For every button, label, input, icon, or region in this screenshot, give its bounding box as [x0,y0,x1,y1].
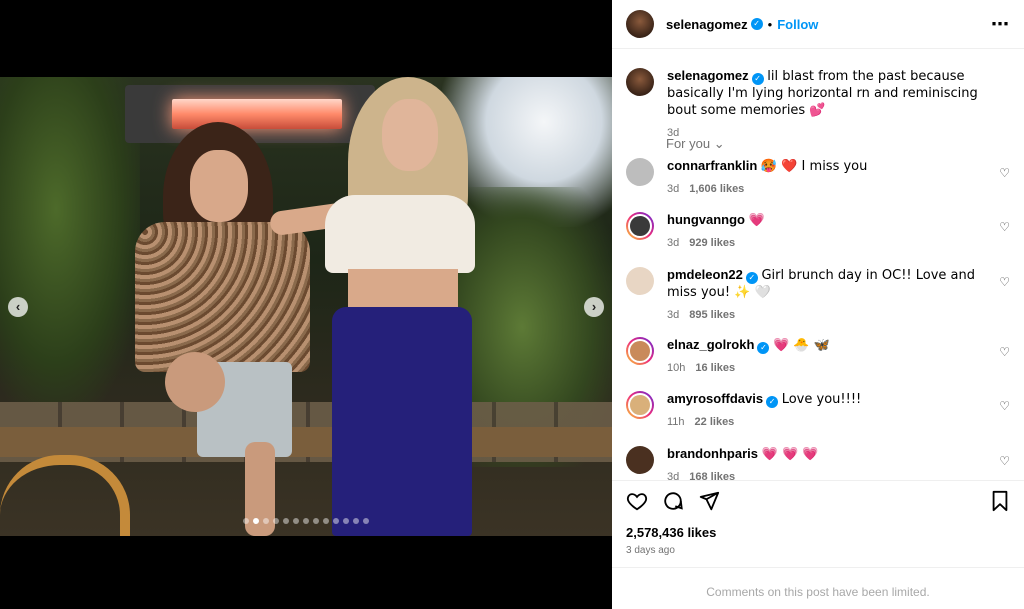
comment-icon[interactable] [662,490,684,512]
comment-text: 💗 🐣 🦋 [773,338,830,353]
post-photo[interactable] [0,77,612,536]
comment-likes[interactable]: 168 likes [689,471,735,480]
comment-likes[interactable]: 895 likes [689,309,735,321]
post-actions: 2,578,436 likes 3 days ago [612,480,1024,556]
commenter-avatar[interactable] [626,158,654,186]
carousel-dot [283,518,289,524]
commenter-username[interactable]: elnaz_golrokh [667,337,754,352]
comment-likes[interactable]: 22 likes [695,416,735,428]
comment-text: 💗 [748,213,765,228]
commenter-avatar[interactable] [626,391,654,419]
carousel-dot [363,518,369,524]
carousel-dot [263,518,269,524]
chevron-down-icon: ⌄ [713,136,725,151]
carousel-dot [343,518,349,524]
photo-person-right [268,77,500,536]
commenter-avatar[interactable] [626,337,654,365]
commenter-username[interactable]: hungvanngo [667,212,745,227]
commenter-username[interactable]: connarfranklin [667,158,757,173]
share-icon[interactable] [698,490,720,512]
comment-likes[interactable]: 16 likes [695,362,735,374]
comment-time: 11h [667,416,685,428]
comments-limited-notice: Comments on this post have been limited. [612,567,1024,609]
comment-like-heart-icon[interactable]: ♡ [999,399,1010,413]
comment-time: 3d [667,237,680,249]
commenter-username[interactable]: amyrosoffdavis [667,391,763,406]
comment-likes[interactable]: 929 likes [689,237,735,249]
commenter-avatar[interactable] [626,212,654,240]
carousel-dot [253,518,259,524]
post-time: 3 days ago [626,545,675,556]
comment-time: 3d [667,471,680,480]
media-pane: ‹ › [0,0,612,609]
comment-like-heart-icon[interactable]: ♡ [999,220,1010,234]
likes-count[interactable]: 2,578,436 likes [626,525,1010,540]
post-side-panel: selenagomez ✓ • Follow ⋯ selenagomez ✓ li… [612,0,1024,609]
carousel-prev-button[interactable]: ‹ [8,297,28,317]
commenter-username[interactable]: brandonhparis [667,446,758,461]
commenter-avatar[interactable] [626,267,654,295]
comment-time: 10h [667,362,686,374]
separator: • [767,16,773,32]
post-header: selenagomez ✓ • Follow ⋯ [612,0,1024,49]
comments-list[interactable]: selenagomez ✓ lil blast from the past bec… [612,50,1024,480]
carousel-dot [333,518,339,524]
comment-text: 🥵 ❤️ I miss you [760,159,868,174]
comment-text: 💗 💗 💗 [761,447,819,462]
for-you-filter[interactable]: For you ⌄ [666,136,725,152]
carousel-dot [323,518,329,524]
carousel-dot [243,518,249,524]
verified-badge-icon: ✓ [757,342,770,354]
comment-time: 3d [667,183,680,195]
comment-like-heart-icon[interactable]: ♡ [999,166,1010,180]
comment-text: Love you!!!! [781,392,862,407]
more-options-icon[interactable]: ⋯ [991,14,1010,35]
carousel-dots [0,518,612,524]
commenter-avatar[interactable] [626,446,654,474]
owner-username[interactable]: selenagomez [666,17,748,32]
photo-bush-left [0,77,140,407]
comment-like-heart-icon[interactable]: ♡ [999,275,1010,289]
verified-badge-icon: ✓ [745,272,758,284]
carousel-dot [353,518,359,524]
carousel-dot [313,518,319,524]
bookmark-icon[interactable] [990,490,1010,512]
commenter-username[interactable]: pmdeleon22 [667,267,743,282]
owner-avatar[interactable] [626,10,654,38]
for-you-label: For you [666,136,711,151]
caption-username[interactable]: selenagomez [667,68,749,83]
comment-like-heart-icon[interactable]: ♡ [999,345,1010,359]
carousel-dot [293,518,299,524]
comment-likes[interactable]: 1,606 likes [689,183,744,195]
verified-badge-icon: ✓ [750,18,763,30]
like-heart-icon[interactable] [626,490,648,512]
carousel-dot [303,518,309,524]
comment-time: 3d [667,309,680,321]
comment-like-heart-icon[interactable]: ♡ [999,454,1010,468]
verified-badge-icon: ✓ [751,73,764,85]
follow-button[interactable]: Follow [777,17,818,32]
caption-avatar[interactable] [626,68,654,96]
verified-badge-icon: ✓ [766,396,779,408]
carousel-next-button[interactable]: › [584,297,604,317]
carousel-dot [273,518,279,524]
